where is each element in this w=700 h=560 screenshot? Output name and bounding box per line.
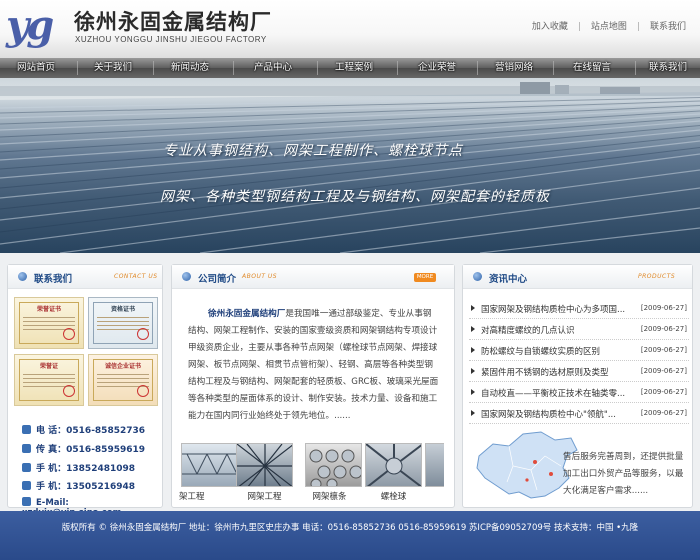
gallery-caption: 网架工程 — [247, 492, 282, 501]
project-gallery: 网架工程 网架工程 网架檩条 螺栓球 — [179, 437, 444, 501]
certificate-title: 资格证书 — [110, 306, 135, 313]
logo-icon[interactable]: yg — [6, 2, 54, 49]
arrow-right-icon — [471, 368, 475, 374]
arrow-right-icon — [471, 326, 475, 332]
certificate-image[interactable]: 资格证书 — [88, 297, 158, 349]
news-item[interactable]: 防松螺纹与自锁螺纹实质的区别 [2009-06-27] — [469, 341, 689, 361]
company-name[interactable]: 徐州永固金属结构厂 — [208, 309, 285, 319]
news-item[interactable]: 国家网架及钢结构质检中心"领航"... [2009-06-27] — [469, 404, 689, 424]
certificate-image[interactable]: 诚信企业证书 — [88, 354, 158, 406]
news-item[interactable]: 紧固件用不锈钢的选材原则及类型 [2009-06-27] — [469, 362, 689, 382]
certificate-title: 荣誉证书 — [36, 306, 61, 313]
service-promo-text: 售后服务完善周到，还提供批量加工出口外贸产品等服务，以最大化满足客户需求....… — [563, 452, 684, 496]
nav-item-guestbook[interactable]: 在线留言 — [554, 58, 630, 78]
banner-slogan-line1: 专业从事钢结构、网架工程制作、螺栓球节点 — [163, 143, 463, 159]
nav-item-marketing[interactable]: 营销网络 — [478, 58, 550, 78]
add-favorite-link[interactable]: 加入收藏 — [532, 22, 568, 32]
content-area: 联系我们 CONTACT US 荣誉证书 资格证书 荣誉证 诚信企业证书 电 话… — [0, 253, 700, 518]
nav-item-news[interactable]: 新闻动态 — [154, 58, 226, 78]
arrow-right-icon — [471, 347, 475, 353]
truss-photo — [182, 453, 237, 475]
contact-panel-header: 联系我们 CONTACT US — [8, 265, 162, 289]
more-button[interactable]: MORE — [414, 273, 436, 282]
seal-icon — [63, 385, 75, 397]
certificate-title: 荣誉证 — [39, 363, 58, 370]
seal-icon — [137, 385, 149, 397]
gallery-thumb[interactable] — [365, 443, 422, 487]
site-header: yg 徐州永固金属结构厂 XUZHOU YONGGU JINSHU JIEGOU… — [0, 0, 700, 58]
nav-item-contact[interactable]: 联系我们 — [636, 58, 700, 78]
contact-panel: 联系我们 CONTACT US 荣誉证书 资格证书 荣誉证 诚信企业证书 电 话… — [7, 264, 163, 518]
bullet-icon — [473, 272, 482, 281]
news-panel: 资讯中心 PRODUCTS 国家网架及钢结构质检中心为多项国... [2009-… — [462, 264, 693, 508]
gallery-caption: 螺栓球 — [380, 492, 407, 501]
bolt-ball-photo — [366, 444, 421, 486]
bullet-icon — [182, 272, 191, 281]
about-title-en: ABOUT US — [242, 273, 278, 280]
contact-title: 联系我们 — [34, 274, 73, 285]
bullet-icon — [18, 272, 27, 281]
roof-structure-image — [0, 82, 700, 253]
nav-item-about[interactable]: 关于我们 — [78, 58, 148, 78]
footer-copyright: 版权所有 © 徐州永固金属结构厂 地址：徐州市九里区史庄办事 电话：0516-8… — [61, 523, 639, 533]
seal-icon — [137, 328, 149, 340]
contact-phone: 电 话：0516-85852736 — [22, 423, 145, 436]
email-icon — [22, 497, 31, 506]
contact-fax: 传 真：0516-85959619 — [22, 442, 145, 455]
link-separator: | — [636, 22, 640, 32]
about-body: 是我国唯一通过部级鉴定、专业从事钢结构、网架工程制作、安装的国家壹级资质和网架钢… — [188, 309, 439, 421]
contact-title-en: CONTACT US — [114, 273, 158, 280]
nav-item-honors[interactable]: 企业荣誉 — [398, 58, 476, 78]
arrow-right-icon — [471, 305, 475, 311]
fax-icon — [22, 444, 31, 453]
certificate-title: 诚信企业证书 — [104, 363, 141, 370]
gallery-caption: 网架檩条 — [312, 492, 347, 501]
space-frame-photo — [237, 444, 292, 486]
contact-us-link[interactable]: 联系我们 — [650, 22, 686, 32]
arrow-right-icon — [471, 410, 475, 416]
news-item[interactable]: 国家网架及钢结构质检中心为多项国... [2009-06-27] — [469, 299, 689, 319]
news-item[interactable]: 自动校直——平衡校正技术在轴类零... [2009-06-27] — [469, 383, 689, 403]
phone-icon — [22, 425, 31, 434]
purlin-photo — [309, 449, 361, 486]
gallery-thumb[interactable] — [181, 443, 238, 487]
contact-mobile: 手 机：13852481098 — [22, 461, 135, 474]
about-panel: 公司简介 ABOUT US MORE 徐州永固金属结构厂是我国唯一通过部级鉴定、… — [171, 264, 455, 508]
link-separator: | — [577, 22, 581, 32]
hero-banner: 专业从事钢结构、网架工程制作、螺栓球节点 网架、各种类型钢结构工程及与钢结构、网… — [0, 78, 700, 253]
gallery-thumb[interactable] — [305, 443, 362, 487]
mobile-icon — [22, 463, 31, 472]
news-title: 资讯中心 — [489, 274, 528, 285]
site-title: 徐州永固金属结构厂 — [74, 10, 272, 34]
top-links: 加入收藏 | 站点地图 | 联系我们 — [532, 19, 686, 32]
about-panel-header: 公司简介 ABOUT US MORE — [172, 265, 454, 289]
gallery-caption: 网架工程 — [179, 492, 205, 501]
news-title-en: PRODUCTS — [638, 273, 676, 280]
news-item[interactable]: 对高精度螺纹的几点认识 [2009-06-27] — [469, 320, 689, 340]
about-title: 公司简介 — [198, 274, 237, 285]
about-text: 徐州永固金属结构厂是我国唯一通过部级鉴定、专业从事钢结构、网架工程制作、安装的国… — [188, 306, 440, 425]
nav-item-products[interactable]: 产品中心 — [234, 58, 312, 78]
main-nav: 网站首页 关于我们 新闻动态 产品中心 工程案例 企业荣誉 营销网络 在线留言 … — [0, 58, 700, 78]
site-footer: 版权所有 © 徐州永固金属结构厂 地址：徐州市九里区史庄办事 电话：0516-8… — [0, 511, 700, 560]
gallery-thumb[interactable] — [236, 443, 293, 487]
certificate-image[interactable]: 荣誉证 — [14, 354, 84, 406]
site-subtitle: XUZHOU YONGGU JINSHU JIEGOU FACTORY — [75, 35, 267, 44]
sitemap-link[interactable]: 站点地图 — [591, 22, 627, 32]
seal-icon — [63, 328, 75, 340]
arrow-right-icon — [471, 389, 475, 395]
gallery-thumb[interactable] — [425, 443, 444, 487]
certificate-image[interactable]: 荣誉证书 — [14, 297, 84, 349]
banner-slogan-line2: 网架、各种类型钢结构工程及与钢结构、网架配套的轻质板 — [160, 189, 550, 205]
news-panel-header: 资讯中心 PRODUCTS — [463, 265, 692, 289]
nav-item-home[interactable]: 网站首页 — [0, 58, 72, 78]
nav-item-projects[interactable]: 工程案例 — [318, 58, 390, 78]
mobile-icon — [22, 481, 31, 490]
contact-mobile: 手 机：13505216948 — [22, 479, 135, 492]
